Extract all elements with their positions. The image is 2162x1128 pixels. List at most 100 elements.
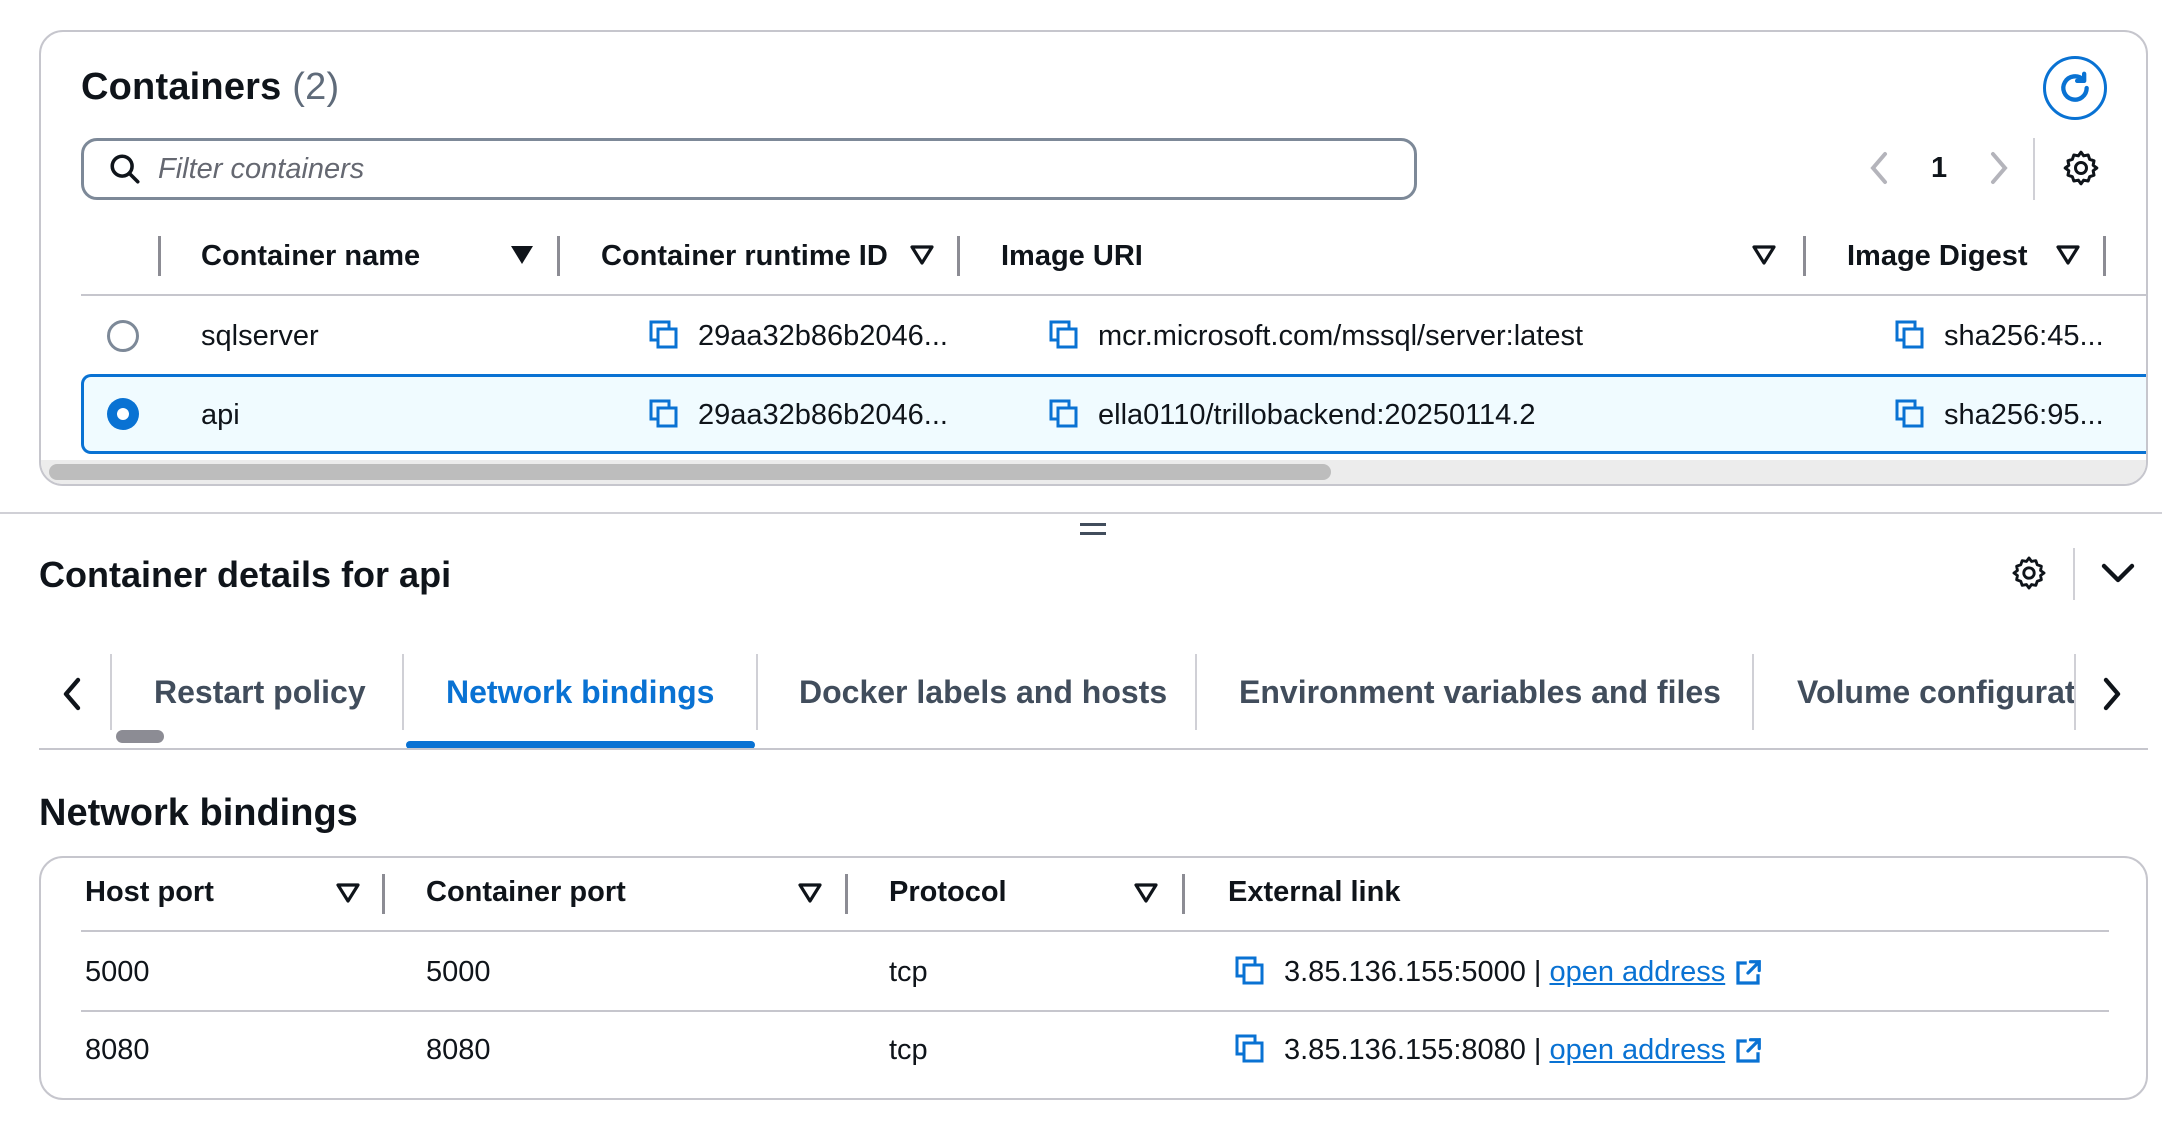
row-select-radio[interactable] bbox=[107, 398, 139, 430]
copy-icon[interactable] bbox=[649, 399, 679, 429]
table-row[interactable]: sqlserver 29aa32b86b2046... mcr.microsof… bbox=[81, 296, 2146, 374]
copy-icon[interactable] bbox=[1895, 399, 1925, 429]
sort-icon[interactable] bbox=[909, 244, 935, 271]
copy-icon[interactable] bbox=[649, 320, 679, 350]
scrollbar-thumb[interactable] bbox=[49, 464, 1331, 480]
tab-network-bindings[interactable]: Network bindings bbox=[446, 674, 714, 711]
col-external-link: External link bbox=[1228, 876, 1401, 908]
copy-icon[interactable] bbox=[1049, 399, 1079, 429]
copy-icon[interactable] bbox=[1895, 320, 1925, 350]
runtime-id: 29aa32b86b2046... bbox=[698, 320, 948, 352]
external-link-icon[interactable] bbox=[1733, 1036, 1763, 1066]
container-name: sqlserver bbox=[201, 320, 319, 352]
split-divider bbox=[0, 512, 2162, 514]
filter-containers-field[interactable] bbox=[81, 138, 1417, 200]
image-uri: ella0110/trillobackend:20250114.2 bbox=[1098, 399, 1536, 431]
chevron-left-icon bbox=[63, 677, 81, 711]
next-page-button[interactable] bbox=[1987, 150, 2011, 191]
table-preferences-button[interactable] bbox=[2061, 148, 2101, 193]
details-header-divider bbox=[2073, 548, 2075, 600]
image-digest: sha256:45... bbox=[1944, 320, 2104, 352]
tab-separator bbox=[2074, 654, 2076, 730]
col-image-digest[interactable]: Image Digest bbox=[1847, 240, 2028, 273]
search-icon bbox=[110, 154, 140, 184]
container-name: api bbox=[201, 399, 240, 431]
external-address: 3.85.136.155:5000 bbox=[1284, 956, 1526, 988]
previous-page-button[interactable] bbox=[1867, 150, 1891, 191]
image-uri: mcr.microsoft.com/mssql/server:latest bbox=[1098, 320, 1584, 352]
open-address-link[interactable]: open address bbox=[1549, 956, 1725, 989]
col-protocol[interactable]: Protocol bbox=[889, 876, 1007, 909]
external-link-cell: 3.85.136.155:8080 | open address bbox=[1284, 1034, 1763, 1067]
col-container-name[interactable]: Container name bbox=[201, 240, 420, 273]
sort-icon[interactable] bbox=[2055, 244, 2081, 271]
link-separator: | bbox=[1533, 1034, 1542, 1066]
tab-docker-labels[interactable]: Docker labels and hosts bbox=[799, 674, 1167, 711]
table-row: 5000 5000 tcp 3.85.136.155:5000 | open a… bbox=[41, 932, 2146, 1010]
copy-icon[interactable] bbox=[1235, 1034, 1265, 1064]
col-image-uri[interactable]: Image URI bbox=[1001, 240, 1143, 273]
gear-icon bbox=[2012, 556, 2046, 590]
tab-restart-policy[interactable]: Restart policy bbox=[154, 674, 366, 711]
chevron-right-icon bbox=[1991, 152, 2008, 184]
sort-icon[interactable] bbox=[1751, 244, 1777, 271]
col-container-port[interactable]: Container port bbox=[426, 876, 626, 909]
image-digest: sha256:95... bbox=[1944, 399, 2104, 431]
details-preferences-button[interactable] bbox=[2010, 554, 2048, 597]
containers-panel: Containers (2) 1 Container name Cont bbox=[39, 30, 2148, 486]
refresh-icon bbox=[2061, 71, 2089, 102]
tabs-scroll-left-button[interactable] bbox=[60, 676, 84, 717]
link-separator: | bbox=[1533, 956, 1542, 988]
col-host-port[interactable]: Host port bbox=[85, 876, 214, 909]
tab-environment-variables[interactable]: Environment variables and files bbox=[1239, 674, 1721, 711]
tab-volume-configuration[interactable]: Volume configurat bbox=[1797, 674, 2074, 711]
protocol: tcp bbox=[889, 1034, 928, 1066]
resize-handle-icon[interactable] bbox=[1080, 523, 1106, 539]
network-bindings-table: Host port Container port Protocol Extern… bbox=[39, 856, 2148, 1100]
column-separator bbox=[158, 236, 161, 276]
column-separator bbox=[957, 236, 960, 276]
table-row-selected[interactable]: api 29aa32b86b2046... ella0110/trillobac… bbox=[81, 374, 2146, 454]
tab-separator bbox=[1195, 654, 1197, 730]
column-separator bbox=[557, 236, 560, 276]
tab-separator bbox=[110, 654, 112, 730]
host-port: 8080 bbox=[85, 1034, 150, 1066]
sort-icon[interactable] bbox=[335, 882, 361, 909]
column-separator bbox=[2103, 236, 2106, 276]
tab-separator bbox=[402, 654, 404, 730]
sort-descending-icon[interactable] bbox=[509, 244, 535, 271]
collapse-details-button[interactable] bbox=[2100, 558, 2136, 591]
tabs-scroll-right-button[interactable] bbox=[2100, 676, 2124, 717]
copy-icon[interactable] bbox=[1049, 320, 1079, 350]
copy-icon[interactable] bbox=[1235, 956, 1265, 986]
tabs-scroll-indicator bbox=[116, 730, 164, 743]
containers-count: (2) bbox=[292, 66, 340, 108]
external-link-icon[interactable] bbox=[1733, 958, 1763, 988]
tabs-divider bbox=[39, 748, 2148, 750]
chevron-right-icon bbox=[2103, 677, 2121, 711]
sort-icon[interactable] bbox=[797, 882, 823, 909]
column-separator bbox=[1803, 236, 1806, 276]
open-address-link[interactable]: open address bbox=[1549, 1034, 1725, 1067]
gear-icon bbox=[2063, 150, 2099, 186]
filter-containers-input[interactable] bbox=[158, 152, 1414, 186]
row-select-radio[interactable] bbox=[107, 320, 139, 352]
network-bindings-title: Network bindings bbox=[39, 792, 358, 834]
refresh-button[interactable] bbox=[2043, 56, 2107, 120]
runtime-id: 29aa32b86b2046... bbox=[698, 399, 948, 431]
chevron-left-icon bbox=[1870, 152, 1887, 184]
sort-icon[interactable] bbox=[1133, 882, 1159, 909]
col-runtime-id[interactable]: Container runtime ID bbox=[601, 240, 888, 273]
container-port: 8080 bbox=[426, 1034, 491, 1066]
pagination-divider bbox=[2033, 138, 2035, 200]
current-page[interactable]: 1 bbox=[1931, 152, 1947, 185]
containers-title-text: Containers bbox=[81, 66, 282, 108]
column-separator bbox=[845, 874, 848, 914]
container-port: 5000 bbox=[426, 956, 491, 988]
external-address: 3.85.136.155:8080 bbox=[1284, 1034, 1526, 1066]
tab-separator bbox=[756, 654, 758, 730]
column-separator bbox=[382, 874, 385, 914]
tab-volume-clip: Volume configurat bbox=[1754, 654, 2074, 734]
containers-title: Containers (2) bbox=[81, 66, 339, 109]
table-row: 8080 8080 tcp 3.85.136.155:8080 | open a… bbox=[41, 1012, 2146, 1090]
